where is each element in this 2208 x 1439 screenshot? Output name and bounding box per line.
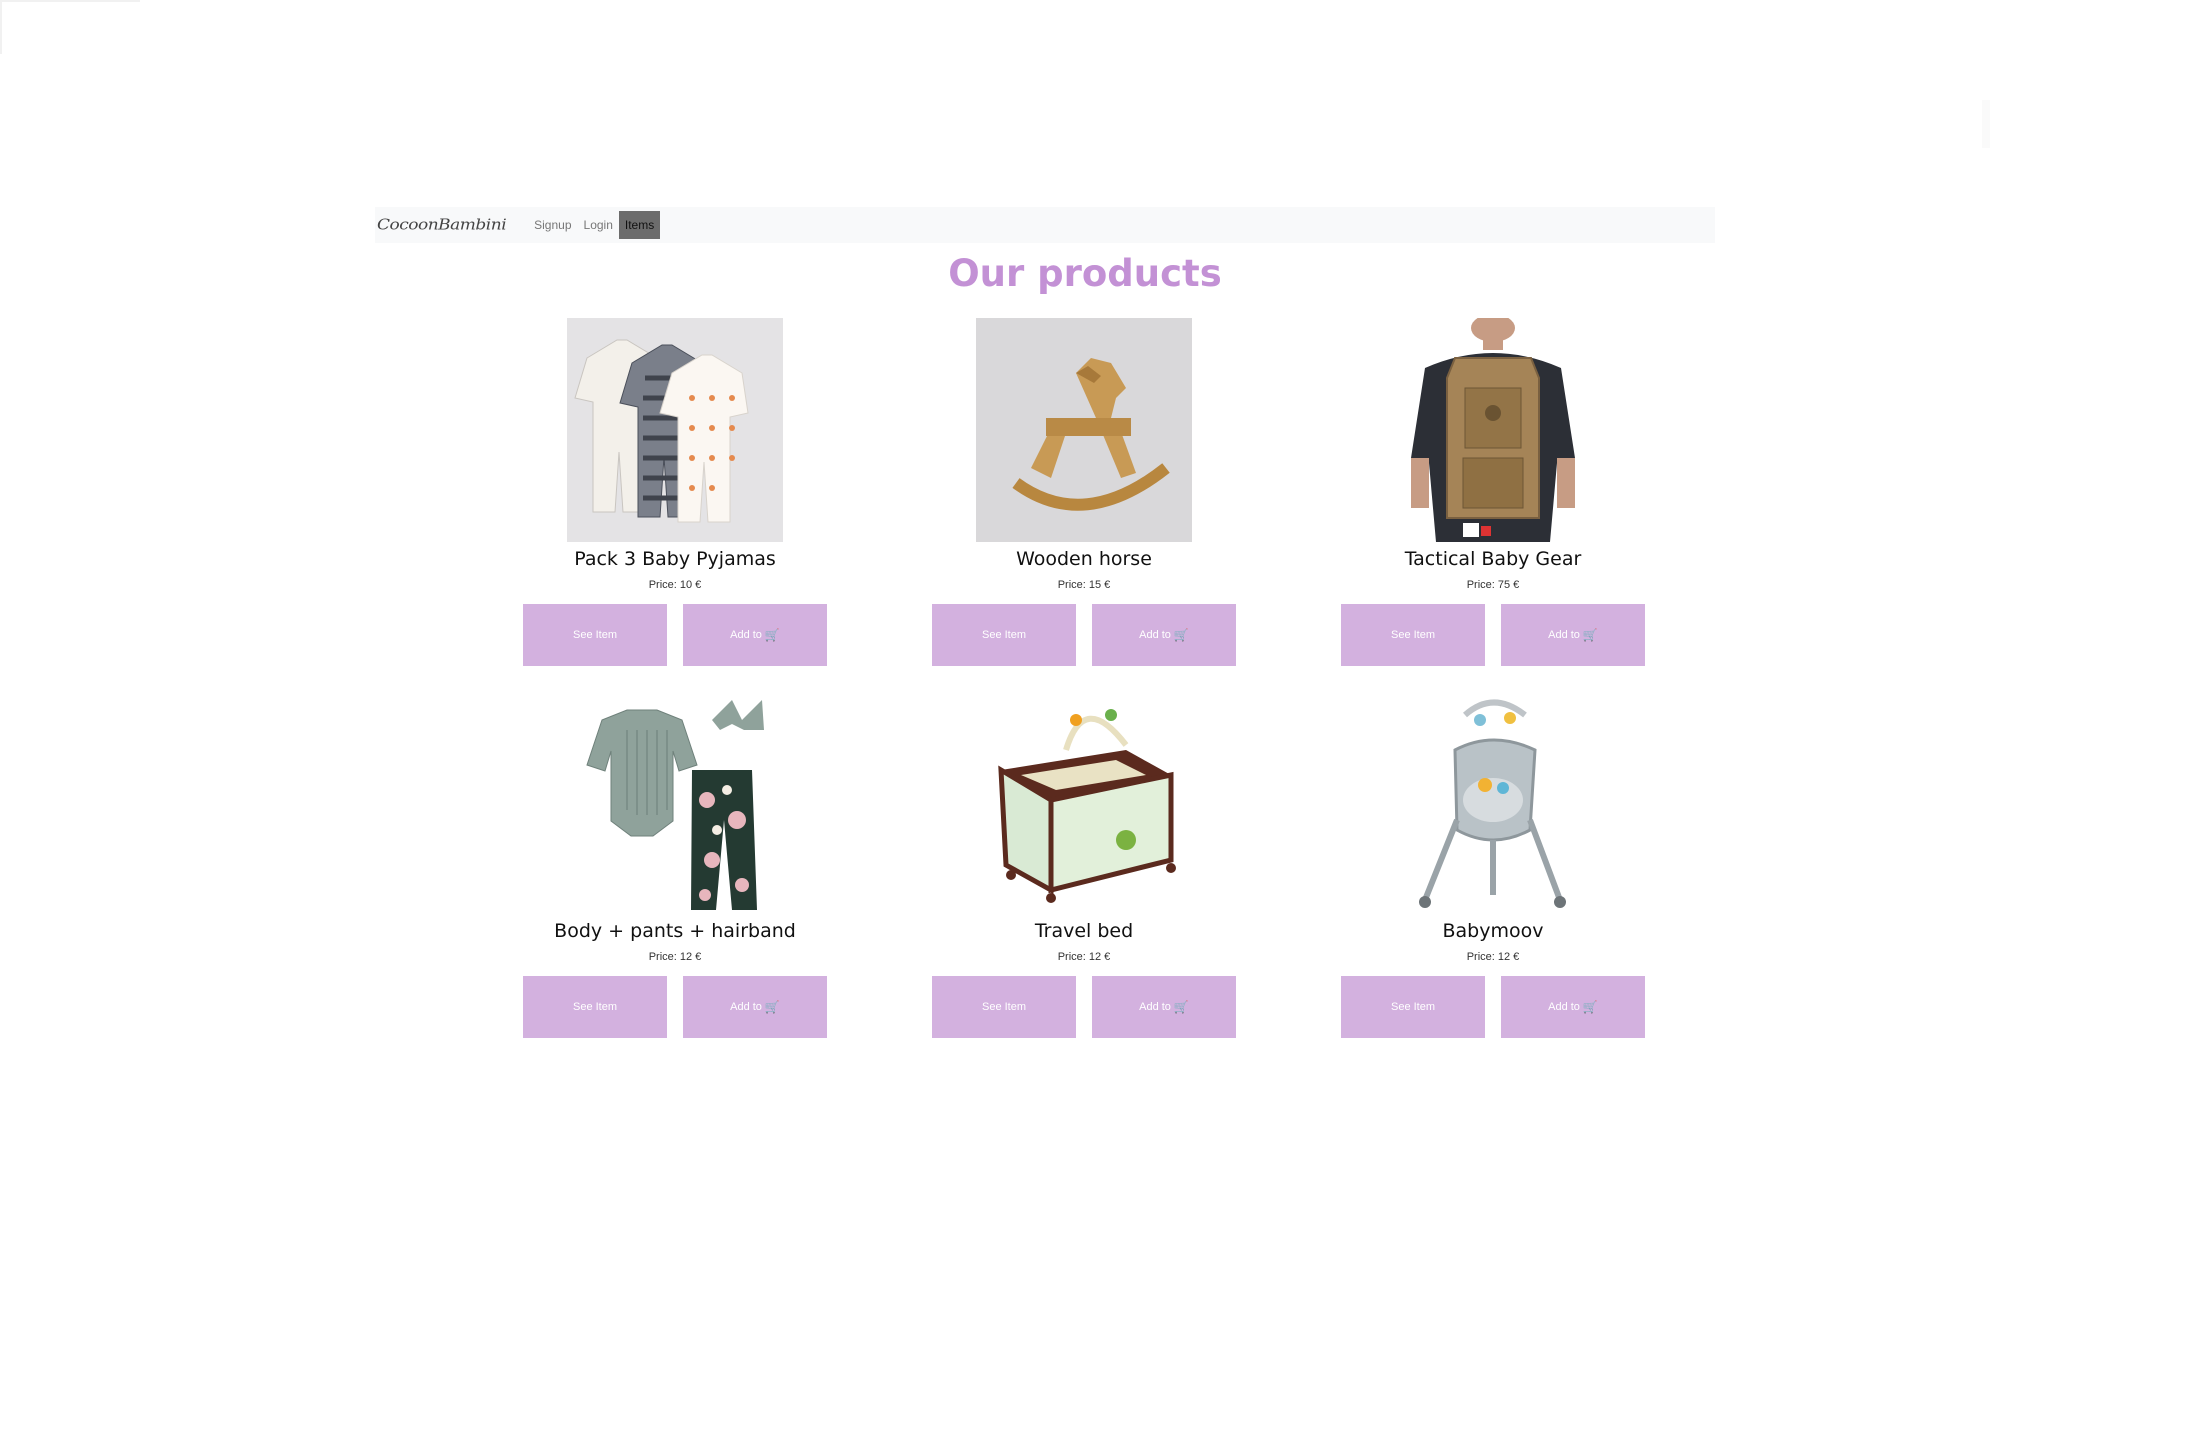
product-actions: See Item Add to 🛒 [523, 976, 827, 1038]
product-name: Travel bed [1034, 920, 1134, 942]
product-image[interactable] [567, 318, 783, 542]
product-image[interactable] [1385, 690, 1601, 914]
add-to-cart-button[interactable]: Add to 🛒 [683, 604, 827, 666]
product-price: Price: 12 € [648, 951, 702, 963]
product-actions: See Item Add to 🛒 [1341, 604, 1645, 666]
product-price: Price: 10 € [648, 579, 702, 591]
see-item-label: See Item [981, 629, 1027, 641]
see-item-button[interactable]: See Item [1341, 604, 1485, 666]
product-name: Pack 3 Baby Pyjamas [574, 548, 776, 570]
brand-logo[interactable]: CocoonBambini [375, 216, 507, 234]
cart-icon: 🛒 [1582, 1000, 1598, 1014]
product-card: Pack 3 Baby Pyjamas Price: 10 € See Item… [523, 318, 827, 666]
product-actions: See Item Add to 🛒 [932, 976, 1236, 1038]
see-item-label: See Item [572, 629, 618, 641]
product-grid: Pack 3 Baby Pyjamas Price: 10 € See Item… [523, 318, 1647, 1038]
add-to-label: Add to [730, 629, 762, 641]
product-card: Tactical Baby Gear Price: 75 € See Item … [1341, 318, 1645, 666]
product-card: Babymoov Price: 12 € See Item Add to 🛒 [1341, 690, 1645, 1038]
cart-icon: 🛒 [764, 1000, 780, 1014]
add-to-label: Add to [1139, 629, 1171, 641]
product-image[interactable] [976, 690, 1192, 914]
add-to-cart-button[interactable]: Add to 🛒 [683, 976, 827, 1038]
see-item-button[interactable]: See Item [932, 976, 1076, 1038]
nav-signup[interactable]: Signup [528, 211, 577, 239]
navbar: CocoonBambini Signup Login Items [375, 207, 1715, 243]
cart-icon: 🛒 [1173, 628, 1189, 642]
add-to-label: Add to [730, 1001, 762, 1013]
product-card: Travel bed Price: 12 € See Item Add to 🛒 [932, 690, 1236, 1038]
product-image[interactable] [976, 318, 1192, 542]
product-price: Price: 12 € [1466, 951, 1520, 963]
product-actions: See Item Add to 🛒 [1341, 976, 1645, 1038]
see-item-button[interactable]: See Item [932, 604, 1076, 666]
add-to-cart-button[interactable]: Add to 🛒 [1501, 976, 1645, 1038]
add-to-label: Add to [1548, 629, 1580, 641]
product-price: Price: 12 € [1057, 951, 1111, 963]
product-card: Body + pants + hairband Price: 12 € See … [523, 690, 827, 1038]
nav-items[interactable]: Items [618, 211, 661, 239]
cart-icon: 🛒 [1173, 1000, 1189, 1014]
see-item-label: See Item [1390, 1001, 1436, 1013]
product-price: Price: 15 € [1057, 579, 1111, 591]
add-to-cart-button[interactable]: Add to 🛒 [1092, 976, 1236, 1038]
add-to-cart-button[interactable]: Add to 🛒 [1092, 604, 1236, 666]
product-name: Tactical Baby Gear [1404, 548, 1582, 570]
see-item-label: See Item [981, 1001, 1027, 1013]
see-item-button[interactable]: See Item [523, 976, 667, 1038]
product-image[interactable] [1385, 318, 1601, 542]
product-actions: See Item Add to 🛒 [523, 604, 827, 666]
product-image[interactable] [567, 690, 783, 914]
see-item-button[interactable]: See Item [1341, 976, 1485, 1038]
see-item-label: See Item [572, 1001, 618, 1013]
cart-icon: 🛒 [764, 628, 780, 642]
cart-icon: 🛒 [1582, 628, 1598, 642]
page-title: Our products [948, 252, 1222, 295]
product-name: Body + pants + hairband [554, 920, 796, 942]
product-name: Wooden horse [1016, 548, 1152, 570]
product-actions: See Item Add to 🛒 [932, 604, 1236, 666]
see-item-label: See Item [1390, 629, 1436, 641]
see-item-button[interactable]: See Item [523, 604, 667, 666]
window-frame-fragment [1982, 100, 1990, 148]
add-to-cart-button[interactable]: Add to 🛒 [1501, 604, 1645, 666]
product-name: Babymoov [1442, 920, 1544, 942]
product-card: Wooden horse Price: 15 € See Item Add to… [932, 318, 1236, 666]
add-to-label: Add to [1548, 1001, 1580, 1013]
nav-login[interactable]: Login [578, 211, 619, 239]
product-price: Price: 75 € [1466, 579, 1520, 591]
window-frame-fragment [0, 0, 140, 54]
add-to-label: Add to [1139, 1001, 1171, 1013]
